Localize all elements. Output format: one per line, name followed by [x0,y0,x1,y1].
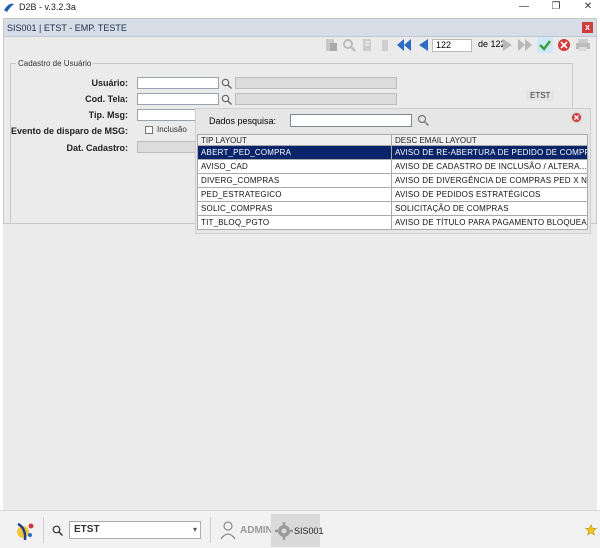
fieldset-legend: Cadastro de Usuário [16,59,94,68]
form-close-button[interactable]: x [582,22,593,33]
paste-icon[interactable] [324,38,338,52]
dat-cadastro-field [137,141,197,153]
popup-search-icon[interactable] [417,114,429,126]
cell-tip-layout[interactable]: TIT_BLOQ_PGTO [197,215,392,230]
cancel-icon[interactable] [557,38,571,52]
column-header-tip-layout[interactable]: TIP LAYOUT [197,134,392,146]
column-header-desc-email-layout[interactable]: DESC EMAIL LAYOUT [391,134,588,146]
cell-tip-layout[interactable]: SOLIC_COMPRAS [197,201,392,216]
company-search-icon[interactable] [52,525,63,536]
confirm-icon[interactable] [537,37,553,53]
user-name[interactable]: ADMIN [240,525,273,536]
restore-button[interactable]: ❐ [550,1,562,13]
form-header: SIS001 | ETST - EMP. TESTE x [4,19,596,37]
popup-search-input[interactable] [290,114,412,127]
module-label: SIS001 [294,526,324,536]
cell-tip-layout[interactable]: ABERT_PED_COMPRA [197,145,392,160]
work-area [3,224,597,510]
module-tab[interactable]: SIS001 [271,514,324,547]
app-logo-icon [4,3,14,12]
cell-desc-email-layout[interactable]: SOLICITAÇÃO DE COMPRAS [391,201,588,216]
inclusao-label: Inclusão [157,125,187,134]
title-bar: D2B - v.3.2.3a — ❐ ✕ [0,0,600,14]
table-row[interactable]: SOLIC_COMPRAS SOLICITAÇÃO DE COMPRAS [197,201,588,216]
usuario-lookup-icon[interactable] [221,78,232,89]
favorite-star-icon[interactable] [585,524,597,536]
usuario-desc-field [235,77,397,89]
cell-desc-email-layout[interactable]: AVISO DE RE-ABERTURA DE PEDIDO DE COMPRA [391,145,588,160]
usuario-field[interactable] [137,77,219,89]
table-row[interactable]: AVISO_CAD AVISO DE CADASTRO DE INCLUSÃO … [197,159,588,174]
table-row[interactable]: DIVERG_COMPRAS AVISO DE DIVERGÊNCIA DE C… [197,173,588,188]
inclusao-checkbox[interactable] [145,126,153,134]
cell-desc-email-layout[interactable]: AVISO DE TÍTULO PARA PAGAMENTO BLOQUEA..… [391,215,588,230]
cell-tip-layout[interactable]: PED_ESTRATEGICO [197,187,392,202]
table-row[interactable]: PED_ESTRATEGICO AVISO DE PEDIDOS ESTRATÉ… [197,187,588,202]
tip-msg-field[interactable] [137,109,197,121]
company-select-value: ETST [74,524,100,535]
layout-grid: TIP LAYOUT DESC EMAIL LAYOUT ABERT_PED_C… [197,134,588,230]
cell-tip-layout[interactable]: AVISO_CAD [197,159,392,174]
table-row[interactable]: TIT_BLOQ_PGTO AVISO DE TÍTULO PARA PAGAM… [197,215,588,230]
tip-msg-label: Tip. Msg: [88,110,128,120]
form-title: SIS001 | ETST - EMP. TESTE [7,23,127,33]
chevron-down-icon[interactable]: ▾ [193,522,197,538]
print-icon[interactable] [575,38,591,52]
prev-record-icon[interactable] [416,38,430,52]
cell-tip-layout[interactable]: DIVERG_COMPRAS [197,173,392,188]
cell-desc-email-layout[interactable]: AVISO DE CADASTRO DE INCLUSÃO / ALTERA..… [391,159,588,174]
first-record-icon[interactable] [396,38,412,52]
delete-icon[interactable] [378,38,392,52]
search-icon[interactable] [342,38,356,52]
cell-desc-email-layout[interactable]: AVISO DE DIVERGÊNCIA DE COMPRAS PED X NF [391,173,588,188]
search-popup: Dados pesquisa: TIP LAYOUT DESC EMAIL LA… [195,108,591,234]
taskbar-separator [43,517,44,543]
taskbar: ETST ▾ ADMIN SIS001 [0,510,600,548]
next-record-icon[interactable] [501,38,515,52]
page-number-input[interactable]: 122 [432,39,472,52]
last-record-icon[interactable] [517,38,533,52]
company-select[interactable]: ETST ▾ [69,521,201,539]
cod-tela-desc-field [235,93,397,105]
popup-close-icon[interactable] [570,111,583,124]
close-button[interactable]: ✕ [582,1,594,13]
cod-tela-field[interactable] [137,93,219,105]
gear-icon [275,522,293,540]
popup-search-label: Dados pesquisa: [209,116,277,126]
minimize-button[interactable]: — [518,1,530,13]
evento-label: Evento de disparo de MSG: [10,126,128,136]
company-tag: ETST [526,90,555,101]
cod-tela-lookup-icon[interactable] [221,94,232,105]
window-title: D2B - v.3.2.3a [19,2,76,12]
taskbar-separator [210,517,211,543]
user-icon[interactable] [219,520,237,540]
document-icon[interactable] [360,38,374,52]
cell-desc-email-layout[interactable]: AVISO DE PEDIDOS ESTRATÉGICOS [391,187,588,202]
app-menu-icon[interactable] [14,520,36,542]
table-row[interactable]: ABERT_PED_COMPRA AVISO DE RE-ABERTURA DE… [197,145,588,160]
grid-header-row: TIP LAYOUT DESC EMAIL LAYOUT [197,134,588,146]
usuario-label: Usuário: [91,78,128,88]
cod-tela-label: Cod. Tela: [85,94,128,104]
dat-cadastro-label: Dat. Cadastro: [66,143,128,153]
